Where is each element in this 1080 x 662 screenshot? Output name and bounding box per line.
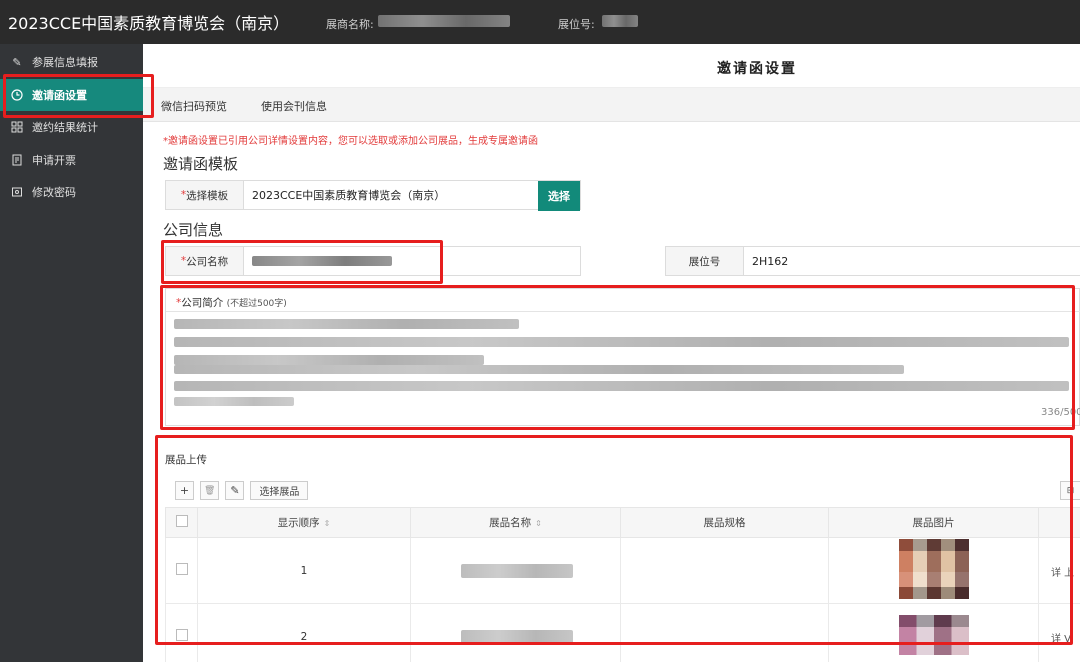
- tab-bar: 微信扫码预览 使用会刊信息: [143, 88, 1080, 122]
- booth-number-label: 展位号:: [558, 18, 595, 31]
- page-title: 邀请函设置: [717, 61, 797, 77]
- invoice-icon: [10, 153, 24, 167]
- sidebar-item-invoice[interactable]: 申请开票: [0, 144, 143, 176]
- booth-field: 展位号 2H162: [665, 246, 1080, 276]
- sidebar-item-label: 申请开票: [32, 154, 76, 167]
- company-section-title: 公司信息: [163, 221, 224, 239]
- page-header: 邀请函设置: [143, 44, 1080, 88]
- app-title: 2023CCE中国素质教育博览会（南京）: [8, 14, 290, 33]
- highlight-box-sidebar: [3, 74, 154, 118]
- grid-icon: [10, 120, 24, 134]
- sidebar-item-label: 邀约结果统计: [32, 121, 98, 134]
- tab-use-catalog-info[interactable]: 使用会刊信息: [261, 98, 327, 114]
- notice-text: *邀请函设置已引用公司详情设置内容，您可以选取或添加公司展品，生成专属邀请函: [163, 136, 538, 147]
- top-bar: 2023CCE中国素质教育博览会（南京） 展商名称: 展位号:: [0, 0, 1080, 44]
- sidebar-item-label: 参展信息填报: [32, 56, 98, 69]
- template-field-label: * 选择模板: [166, 181, 244, 209]
- highlight-box-company-intro: [160, 285, 1075, 430]
- booth-input[interactable]: 2H162: [744, 247, 1080, 275]
- password-icon: [10, 185, 24, 199]
- sidebar-item-change-password[interactable]: 修改密码: [0, 176, 143, 208]
- sidebar-item-label: 修改密码: [32, 186, 76, 199]
- template-section-title: 邀请函模板: [163, 155, 239, 173]
- pen-icon: ✎: [12, 55, 22, 69]
- booth-number-redacted: [602, 15, 638, 27]
- booth-field-label: 展位号: [666, 247, 744, 275]
- exhibitor-name-label: 展商名称:: [326, 18, 374, 31]
- template-input[interactable]: 2023CCE中国素质教育博览会（南京）: [244, 181, 538, 209]
- exhibitor-name-redacted: [378, 15, 510, 27]
- tab-wechat-preview[interactable]: 微信扫码预览: [161, 98, 227, 114]
- sidebar: ✎ 参展信息填报 邀请函设置 邀约结果统计 申请开票 修改密码: [0, 44, 143, 662]
- highlight-box-products: [155, 435, 1073, 645]
- highlight-box-company-name: [161, 240, 443, 284]
- template-field: * 选择模板 2023CCE中国素质教育博览会（南京） 选择: [165, 180, 581, 211]
- select-template-button[interactable]: 选择: [538, 181, 580, 211]
